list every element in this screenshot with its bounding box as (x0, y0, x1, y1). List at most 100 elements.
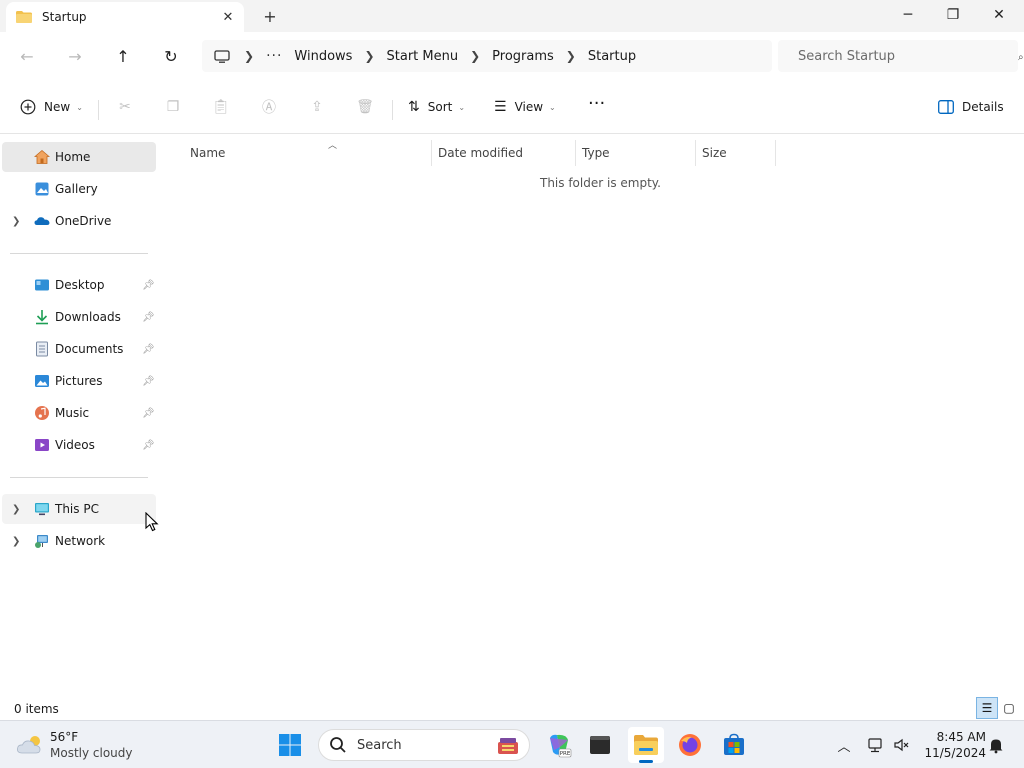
chevron-right-icon[interactable]: ❯ (12, 536, 20, 547)
notifications-icon[interactable] (986, 735, 1006, 755)
pin-icon[interactable]: 📌︎ (142, 376, 155, 387)
sidebar-item-downloads[interactable]: Downloads 📌︎ (2, 302, 156, 332)
view-icon: ☰ (494, 99, 507, 115)
taskbar-search[interactable]: Search (318, 729, 530, 761)
documents-icon (36, 341, 48, 357)
close-button[interactable]: ✕ (976, 0, 1022, 30)
videos-icon (35, 439, 49, 451)
pin-icon[interactable]: 📌︎ (142, 312, 155, 323)
folder-icon (16, 11, 32, 23)
refresh-button[interactable]: ↻ (157, 42, 185, 70)
sort-icon: ⇅ (408, 99, 420, 115)
clock-date: 11/5/2024 (924, 746, 986, 760)
taskbar-app-firefox[interactable] (672, 727, 708, 763)
new-tab-button[interactable]: + (258, 6, 282, 26)
sidebar-item-videos[interactable]: Videos 📌︎ (2, 430, 156, 460)
copy-icon[interactable]: ❐ (162, 96, 184, 118)
chevron-right-icon[interactable]: ❯ (566, 49, 576, 63)
taskbar-app-microsoft-store[interactable] (716, 727, 752, 763)
sidebar-item-music[interactable]: Music 📌︎ (2, 398, 156, 428)
sidebar-item-label: This PC (55, 502, 99, 516)
column-header-name[interactable]: Name ︿ (184, 140, 432, 166)
minimize-button[interactable]: ─ (885, 0, 931, 30)
sidebar-item-home[interactable]: Home (2, 142, 156, 172)
sidebar-item-this-pc[interactable]: ❯ This PC (2, 494, 156, 524)
taskbar-app-terminal[interactable] (582, 727, 618, 763)
pin-icon[interactable]: 📌︎ (142, 344, 155, 355)
file-explorer-icon (634, 735, 658, 755)
sidebar-item-gallery[interactable]: Gallery (2, 174, 156, 204)
weather-description: Mostly cloudy (50, 746, 133, 760)
maximize-button[interactable]: ❐ (930, 0, 976, 30)
column-header-date-modified[interactable]: Date modified (432, 140, 576, 166)
tab-close-icon[interactable]: ✕ (220, 9, 236, 25)
pin-icon[interactable]: 📌︎ (142, 280, 155, 291)
rename-icon[interactable]: Ⓐ (258, 96, 280, 118)
clock[interactable]: 8:45 AM 11/5/2024 (920, 729, 986, 761)
volume-muted-icon[interactable] (892, 735, 912, 755)
weather-widget[interactable]: 56°F Mostly cloudy (14, 729, 154, 763)
chevron-right-icon[interactable]: ❯ (244, 49, 254, 63)
sort-label: Sort (427, 100, 453, 114)
delete-icon[interactable]: 🗑︎ (354, 96, 376, 118)
share-icon[interactable]: ⇪ (306, 96, 328, 118)
status-bar: 0 items ☰ ▢ (0, 697, 1024, 720)
sidebar-divider (10, 253, 148, 254)
search-input[interactable]: Search Startup (778, 40, 1018, 72)
up-button[interactable]: ↑ (109, 42, 137, 70)
tab-startup[interactable]: Startup ✕ (6, 2, 244, 32)
paste-icon[interactable]: 📋︎ (210, 96, 232, 118)
breadcrumb-overflow[interactable]: ··· (266, 48, 282, 64)
details-label: Details (962, 100, 1004, 114)
sidebar-item-documents[interactable]: Documents 📌︎ (2, 334, 156, 364)
cut-icon[interactable]: ✂ (114, 96, 136, 118)
network-icon (35, 535, 48, 548)
sidebar-item-label: Network (55, 534, 106, 548)
sidebar-item-label: Downloads (55, 310, 121, 324)
view-button[interactable]: ☰ View ⌄ (494, 96, 556, 118)
pin-icon[interactable]: 📌︎ (142, 408, 155, 419)
breadcrumb-programs[interactable]: Programs (492, 49, 554, 64)
speaker-muted-icon (894, 738, 909, 752)
details-pane-button[interactable]: Details (938, 96, 1004, 118)
sidebar-item-network[interactable]: ❯ Network (2, 526, 156, 556)
file-list[interactable]: Name ︿ Date modified Type Size This fold… (158, 134, 1024, 700)
column-label: Size (702, 146, 727, 160)
breadcrumb-start-menu[interactable]: Start Menu (387, 49, 459, 64)
search-icon[interactable]: ⌕ (1018, 52, 1024, 63)
sidebar-item-onedrive[interactable]: ❯ OneDrive (2, 206, 156, 236)
taskbar-app-copilot[interactable]: PRE (541, 727, 577, 763)
divider (98, 100, 99, 120)
forward-button[interactable]: → (61, 42, 89, 70)
sidebar-item-pictures[interactable]: Pictures 📌︎ (2, 366, 156, 396)
details-view-button[interactable]: ☰ (976, 697, 998, 719)
gallery-icon (35, 182, 49, 196)
start-button[interactable] (272, 727, 308, 763)
back-button[interactable]: ← (13, 42, 41, 70)
sort-button[interactable]: ⇅ Sort ⌄ (408, 96, 465, 118)
breadcrumb-windows[interactable]: Windows (294, 49, 352, 64)
taskbar-app-file-explorer[interactable] (628, 727, 664, 763)
breadcrumb-startup[interactable]: Startup (588, 49, 636, 64)
monitor-icon[interactable] (214, 49, 230, 63)
sidebar-item-label: OneDrive (55, 214, 112, 228)
sidebar-item-desktop[interactable]: Desktop 📌︎ (2, 270, 156, 300)
desktop-icon (35, 279, 49, 291)
column-header-type[interactable]: Type (576, 140, 696, 166)
network-status-icon[interactable] (866, 735, 886, 755)
command-bar: New ⌄ ✂ ❐ 📋︎ Ⓐ ⇪ 🗑︎ ⇅ Sort ⌄ ☰ View ⌄ ··… (0, 80, 1024, 134)
more-options-button[interactable]: ··· (588, 92, 605, 114)
show-hidden-icons-chevron-icon[interactable]: ︿ (834, 735, 854, 755)
title-bar: Startup ✕ + ─ ❐ ✕ (0, 0, 1024, 32)
breadcrumb[interactable]: ❯ ··· Windows ❯ Start Menu ❯ Programs ❯ … (202, 40, 772, 72)
mouse-cursor-icon (145, 512, 159, 532)
large-icons-view-button[interactable]: ▢ (998, 697, 1020, 719)
chevron-right-icon[interactable]: ❯ (364, 49, 374, 63)
pictures-icon (35, 375, 49, 387)
new-button[interactable]: New ⌄ (20, 96, 83, 118)
chevron-right-icon[interactable]: ❯ (470, 49, 480, 63)
column-header-size[interactable]: Size (696, 140, 776, 166)
chevron-right-icon[interactable]: ❯ (12, 216, 20, 227)
chevron-right-icon[interactable]: ❯ (12, 504, 20, 515)
pin-icon[interactable]: 📌︎ (142, 440, 155, 451)
